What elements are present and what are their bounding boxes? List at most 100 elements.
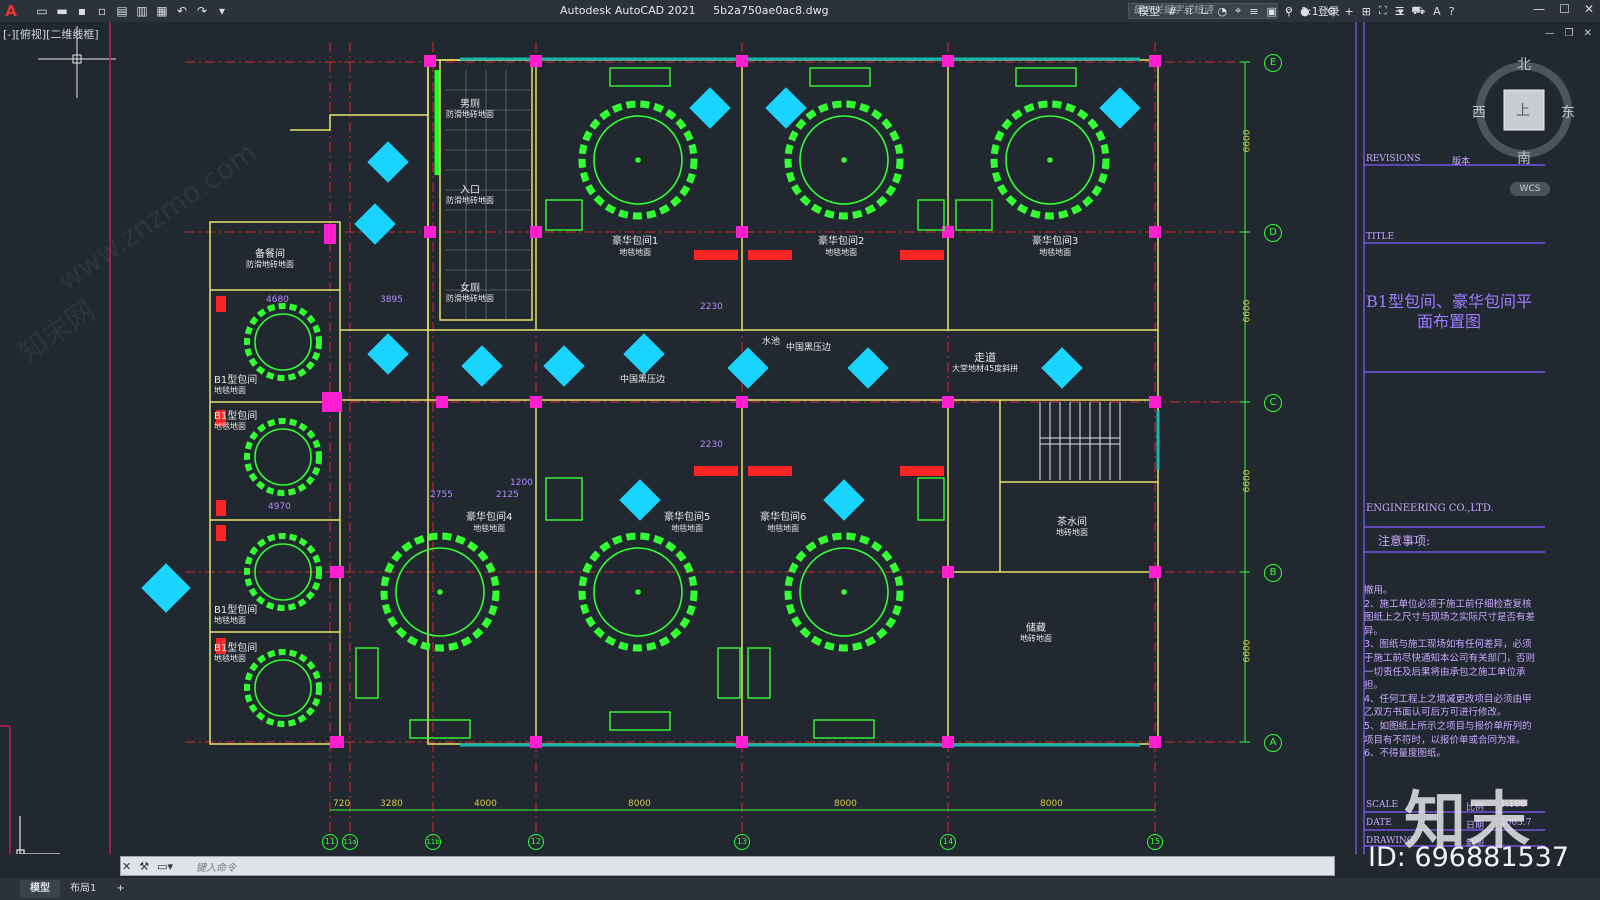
- snap-icon[interactable]: ⁝⁝: [1185, 5, 1192, 18]
- room-label: B1型包间 地毯地面: [214, 411, 258, 432]
- workspace-gear-icon[interactable]: ⚙: [1327, 5, 1337, 18]
- dining-tables: [244, 100, 1110, 727]
- room-label: 豪华包间6 地毯地面: [760, 512, 807, 533]
- compass-south[interactable]: 南: [1517, 148, 1531, 168]
- add-layout-button[interactable]: +: [106, 880, 134, 898]
- command-tools: ✕ ⚒ ▭▾: [120, 856, 173, 876]
- dim-3895: 3895: [380, 295, 403, 305]
- compass-north[interactable]: 北: [1517, 54, 1531, 74]
- command-input[interactable]: 键入命令: [196, 859, 236, 874]
- scale-label: SCALE: [1366, 800, 1399, 810]
- dim-right-1: 6600: [1242, 129, 1253, 153]
- tab-layout1[interactable]: 布局1: [60, 880, 106, 898]
- room-label: 入口 防滑地砖地面: [446, 185, 494, 206]
- command-close-icon[interactable]: ✕: [122, 860, 131, 873]
- print-icon[interactable]: ▦: [154, 3, 170, 19]
- grid-label-e: E: [1264, 54, 1282, 72]
- drawing-title: B1型包间、豪华包间平面布置图: [1366, 292, 1532, 331]
- grid-label-c: C: [1264, 394, 1282, 412]
- grid-label-b: B: [1264, 564, 1282, 582]
- status-bar: 模型 布局1 +: [0, 878, 1600, 900]
- publish-icon[interactable]: ▥: [134, 3, 150, 19]
- dim-4680: 4680: [266, 295, 289, 305]
- save-icon[interactable]: ▪: [74, 3, 90, 19]
- annotation-sink: 水池: [762, 337, 781, 347]
- a360-icon[interactable]: A: [1433, 5, 1441, 18]
- room-label: 男厕 防滑地砖地面: [446, 99, 494, 120]
- annotation-black-edge: 中国黑压边: [786, 343, 832, 353]
- minimize-icon[interactable]: —: [1533, 2, 1545, 16]
- fullscreen-icon[interactable]: ⛶: [1379, 4, 1387, 18]
- crosshair-cursor: [38, 26, 116, 98]
- staircase: [1039, 402, 1121, 480]
- plus-icon[interactable]: +: [1345, 5, 1354, 18]
- app-name: Autodesk AutoCAD 2021: [560, 4, 696, 17]
- open-folder-icon[interactable]: ▬: [54, 3, 70, 19]
- customization-menu-icon[interactable]: ☰: [1395, 5, 1405, 18]
- annotation-scale-value[interactable]: 1:1: [1301, 5, 1319, 18]
- qat-menu-chevron-icon[interactable]: ▾: [214, 3, 230, 19]
- maximize-icon[interactable]: ☐: [1559, 2, 1570, 16]
- annotation-scale-icon[interactable]: ⚲: [1285, 5, 1293, 18]
- dim-right-2: 6600: [1242, 299, 1253, 323]
- window-title: Autodesk AutoCAD 2021 5b2a750ae0ac8.dwg: [560, 4, 843, 17]
- command-recent-icon[interactable]: ▭▾: [157, 860, 173, 873]
- grid-label-14: 14: [940, 834, 956, 850]
- room-label: 豪华包间5 地毯地面: [664, 512, 711, 533]
- dim-8000-b: 8000: [834, 799, 857, 809]
- grid-icon[interactable]: #: [1168, 5, 1177, 18]
- dim-right-4: 6600: [1242, 639, 1253, 663]
- dim-8000-c: 8000: [1040, 799, 1063, 809]
- selection-cycling-icon[interactable]: ▣: [1266, 5, 1276, 18]
- date-label: DATE: [1366, 818, 1392, 828]
- room-label: 备餐间 防滑地砖地面: [246, 249, 294, 270]
- revisions-cn-label: 版本: [1452, 157, 1471, 167]
- new-file-icon[interactable]: ▭: [34, 3, 50, 19]
- ucs-icon: [16, 816, 60, 854]
- dim-1200: 1200: [510, 478, 533, 488]
- autocad-logo-icon[interactable]: A: [0, 0, 22, 22]
- room-label: 茶水间 地砖地面: [1056, 517, 1088, 538]
- room-label: B1型包间 地毯地面: [214, 643, 258, 664]
- polar-icon[interactable]: ◔: [1217, 5, 1227, 18]
- window-controls: — ☐ ✕: [1533, 2, 1594, 16]
- help-button[interactable]: ?: [1449, 5, 1455, 18]
- room-label: 豪华包间2 地毯地面: [818, 236, 865, 257]
- command-line[interactable]: [120, 856, 1335, 876]
- room-label: 豪华包间3 地毯地面: [1032, 236, 1079, 257]
- room-label: 走道 大堂地材45度斜拼: [952, 351, 1019, 373]
- grid-label-12: 12: [528, 834, 544, 850]
- units-icon[interactable]: ⊞: [1362, 5, 1371, 18]
- dim-4000: 4000: [474, 799, 497, 809]
- undo-icon[interactable]: ↶: [174, 3, 190, 19]
- compass-east[interactable]: 东: [1561, 102, 1575, 122]
- plot-icon[interactable]: ▤: [114, 3, 130, 19]
- dim-right-3: 6600: [1242, 469, 1253, 493]
- redo-icon[interactable]: ↷: [194, 3, 210, 19]
- close-icon[interactable]: ✕: [1584, 2, 1594, 16]
- viewcube-top-face[interactable]: 上: [1516, 100, 1530, 120]
- lineweight-icon[interactable]: ≡: [1249, 5, 1258, 18]
- model-space-toggle[interactable]: 模型: [1138, 3, 1160, 19]
- dim-8000-a: 8000: [628, 799, 651, 809]
- compass-west[interactable]: 西: [1472, 102, 1486, 122]
- file-name: 5b2a750ae0ac8.dwg: [713, 4, 829, 17]
- dim-2230-b: 2230: [700, 440, 723, 450]
- dim-2755: 2755: [430, 490, 453, 500]
- grid-label-15: 15: [1147, 834, 1163, 850]
- wcs-menu[interactable]: WCS: [1510, 182, 1550, 196]
- dim-4970: 4970: [268, 502, 291, 512]
- room-label: B1型包间 地毯地面: [214, 375, 258, 396]
- room-label: B1型包间 地毯地面: [214, 605, 258, 626]
- tab-model[interactable]: 模型: [20, 880, 60, 898]
- dim-720: 720: [333, 799, 351, 809]
- cart-icon[interactable]: ⛟: [1411, 4, 1425, 19]
- title-label: TITLE: [1366, 232, 1395, 242]
- save-as-icon[interactable]: ▫: [94, 3, 110, 19]
- osnap-icon[interactable]: ⌖: [1235, 4, 1241, 18]
- command-customize-icon[interactable]: ⚒: [139, 860, 149, 873]
- grid-label-13: 13: [734, 834, 750, 850]
- ortho-icon[interactable]: ∟: [1200, 5, 1209, 18]
- room-label: 储藏 地砖地面: [1020, 623, 1052, 644]
- quick-access-toolbar: ▭ ▬ ▪ ▫ ▤ ▥ ▦ ↶ ↷ ▾: [34, 3, 230, 19]
